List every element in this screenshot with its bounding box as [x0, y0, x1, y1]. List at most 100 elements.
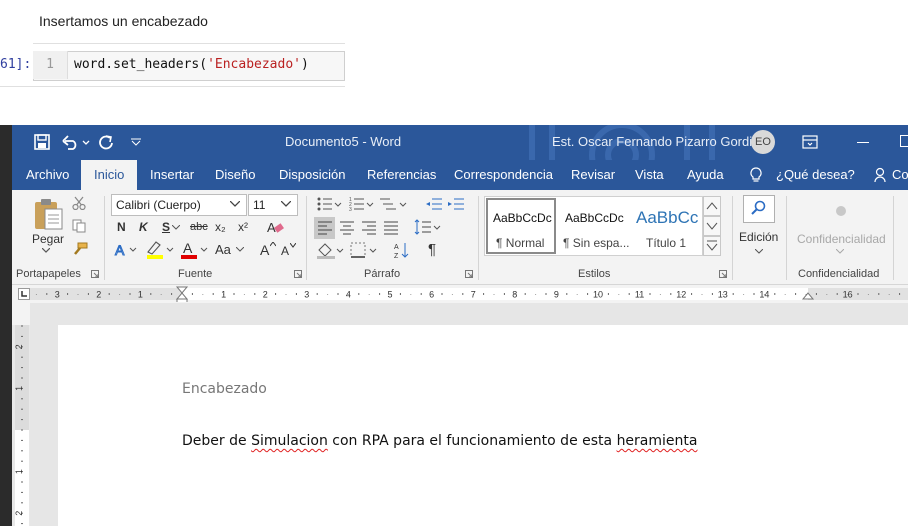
font-name-dropdown-icon[interactable]	[230, 201, 240, 208]
tab-insertar[interactable]: Insertar	[150, 160, 194, 190]
indent-buttons[interactable]	[424, 196, 468, 212]
paragraph-group-label: Párrafo	[364, 268, 401, 280]
style-no-spacing[interactable]: AaBbCcDc ¶ Sin espa...	[560, 198, 630, 254]
tab-revisar[interactable]: Revisar	[571, 160, 615, 190]
shading-icon[interactable]	[316, 241, 346, 259]
document-body-paragraph[interactable]: Deber de Simulacion con RPA para el func…	[182, 433, 697, 449]
tab-correspondencia[interactable]: Correspondencia	[454, 160, 553, 190]
style-normal-name: ¶ Normal	[496, 236, 545, 250]
shrink-font-button[interactable]: A	[281, 244, 289, 258]
tab-referencias[interactable]: Referencias	[367, 160, 436, 190]
style-no-spacing-preview: AaBbCcDc	[565, 211, 624, 225]
font-color-icon[interactable]: A	[180, 240, 210, 260]
search-icon	[751, 200, 766, 215]
tab-disposicion[interactable]: Disposición	[279, 160, 345, 190]
redo-icon[interactable]	[98, 134, 114, 150]
font-size-value: 11	[253, 198, 266, 212]
cell-prompt: 61]:	[0, 57, 32, 72]
format-painter-icon[interactable]	[72, 242, 88, 256]
paragraph-launcher-icon[interactable]	[465, 270, 473, 278]
font-launcher-icon[interactable]	[294, 270, 302, 278]
ruler-number: 2	[263, 290, 268, 300]
list-buttons: 123	[317, 197, 407, 212]
paste-label[interactable]: Pegar	[32, 232, 64, 246]
document-header-text[interactable]: Encabezado	[182, 381, 267, 397]
ruler-number: 4	[346, 290, 351, 300]
italic-button[interactable]: K	[139, 220, 148, 234]
spelling-error-word[interactable]: heramienta	[617, 433, 698, 449]
paste-dropdown-icon[interactable]	[42, 248, 50, 254]
underline-dropdown-icon[interactable]	[172, 225, 180, 230]
minimize-icon[interactable]	[857, 142, 869, 143]
style-normal[interactable]: AaBbCcDc ¶ Normal	[486, 198, 556, 254]
code-suffix: )	[300, 57, 309, 72]
font-size-dropdown-icon[interactable]	[281, 201, 291, 208]
window-title: Documento5 - Word	[285, 134, 402, 149]
title-bar: Documento5 - Word Est. Oscar Fernando Pi…	[12, 125, 908, 160]
styles-launcher-icon[interactable]	[719, 270, 727, 278]
alignment-buttons[interactable]	[317, 220, 407, 236]
left-scroll-arrow[interactable]	[0, 350, 10, 364]
ruler-number: 7	[471, 290, 476, 300]
tab-diseno[interactable]: Diseño	[215, 160, 255, 190]
editing-dropdown-icon[interactable]	[755, 249, 763, 254]
clear-formatting-icon[interactable]: A	[266, 219, 284, 235]
user-avatar[interactable]: EO	[751, 130, 775, 154]
tab-archivo[interactable]: Archivo	[26, 160, 69, 190]
cut-icon[interactable]	[72, 196, 86, 210]
highlight-icon[interactable]	[146, 240, 176, 260]
undo-icon[interactable]	[62, 134, 90, 150]
maximize-icon[interactable]	[900, 135, 908, 147]
customize-qat-icon[interactable]	[131, 138, 141, 146]
strikethrough-button[interactable]: abc	[190, 221, 208, 233]
ruler-number: 11	[635, 290, 644, 300]
ribbon-display-options-icon[interactable]	[802, 135, 818, 149]
font-name-combo[interactable]: Calibri (Cuerpo)	[111, 194, 247, 216]
ruler-number: 16	[843, 290, 853, 300]
paste-icon[interactable]	[32, 197, 64, 231]
spelling-error-word[interactable]: Simulacion	[251, 433, 328, 449]
style-heading1-preview: AaBbCc	[636, 208, 699, 227]
change-case-button[interactable]: Aa	[215, 242, 231, 257]
share-person-icon[interactable]	[874, 167, 888, 183]
show-marks-button[interactable]: ¶	[428, 241, 436, 258]
editing-label[interactable]: Edición	[739, 230, 778, 244]
body-text-middle: con RPA para el funcionamiento de esta	[327, 433, 617, 449]
svg-text:A: A	[394, 244, 399, 251]
share-button[interactable]: Co	[892, 160, 908, 190]
ruler-number: 14	[759, 290, 769, 300]
sensitivity-dropdown-icon[interactable]	[836, 249, 844, 254]
lightbulb-icon[interactable]	[750, 167, 762, 183]
sensitivity-icon	[836, 206, 846, 216]
ruler-number: 9	[554, 290, 559, 300]
code-line[interactable]: word.set_headers('Encabezado')	[74, 51, 309, 79]
sensitivity-button[interactable]: Confidencialidad	[797, 232, 886, 246]
tell-me-input[interactable]: ¿Qué desea?	[776, 160, 855, 190]
line-spacing-icon[interactable]	[414, 219, 442, 235]
grow-font-button[interactable]: A	[260, 242, 269, 258]
save-icon[interactable]	[34, 134, 50, 150]
underline-button[interactable]: S	[162, 220, 170, 234]
group-separator	[893, 196, 894, 280]
cell-divider	[0, 86, 345, 87]
change-case-dropdown-icon[interactable]	[236, 247, 244, 252]
borders-icon[interactable]	[350, 242, 380, 258]
clipboard-launcher-icon[interactable]	[91, 270, 99, 278]
tab-vista[interactable]: Vista	[635, 160, 664, 190]
bold-button[interactable]: N	[117, 220, 126, 234]
subscript-button[interactable]: x₂	[215, 220, 226, 234]
text-effects-icon[interactable]: A	[114, 242, 138, 258]
copy-icon[interactable]	[72, 219, 86, 233]
style-heading1[interactable]: AaBbCc Título 1	[632, 198, 702, 254]
user-name[interactable]: Est. Oscar Fernando Pizarro Gordillo	[552, 134, 765, 149]
desktop-edge	[0, 125, 12, 526]
tab-inicio[interactable]: Inicio	[81, 160, 138, 190]
document-page[interactable]	[58, 325, 908, 526]
group-separator	[104, 196, 105, 280]
tab-ayuda[interactable]: Ayuda	[687, 160, 724, 190]
styles-scroll-buttons[interactable]	[703, 196, 721, 256]
sort-icon[interactable]: A Z	[394, 241, 410, 259]
superscript-button[interactable]: x²	[238, 220, 248, 234]
group-separator	[786, 196, 787, 280]
style-no-spacing-name: ¶ Sin espa...	[563, 236, 630, 250]
